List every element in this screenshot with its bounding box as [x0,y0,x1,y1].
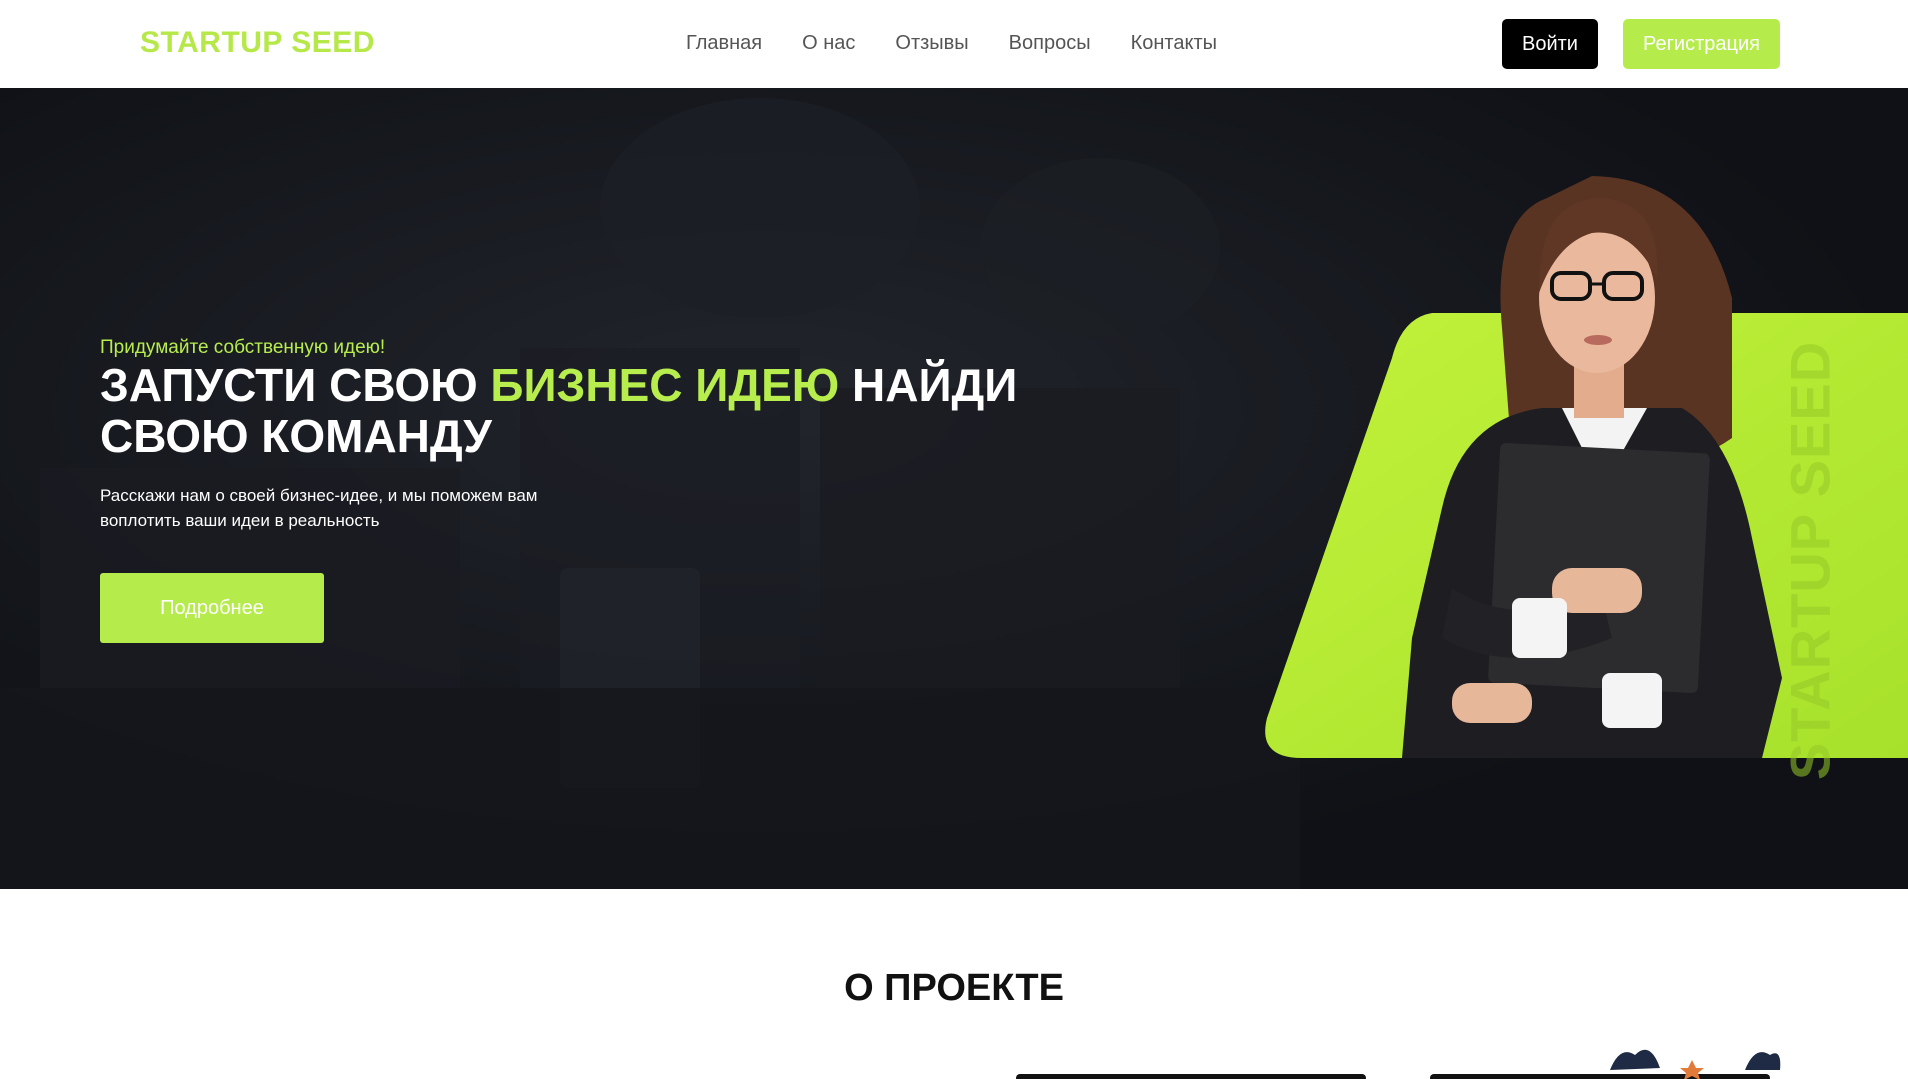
hero-section: Придумайте собственную идею! ЗАПУСТИ СВО… [0,88,1908,889]
about-illustration [1016,1049,1781,1079]
login-button[interactable]: Войти [1502,19,1598,69]
register-button[interactable]: Регистрация [1623,19,1780,69]
hero-title-part1: ЗАПУСТИ СВОЮ [100,359,491,411]
nav-link-about[interactable]: О нас [802,32,855,55]
main-nav: Главная О нас Отзывы Вопросы Контакты [686,32,1217,55]
hero-title: ЗАПУСТИ СВОЮ БИЗНЕС ИДЕЮ НАЙДИ СВОЮ КОМА… [100,360,1060,462]
more-button[interactable]: Подробнее [100,573,324,643]
nav-link-reviews[interactable]: Отзывы [895,32,968,55]
nav-link-home[interactable]: Главная [686,32,762,55]
side-brand-text: STARTUP SEED [1778,340,1842,781]
site-logo[interactable]: STARTUP SEED [140,26,375,60]
about-section-title: О ПРОЕКТЕ [844,967,1064,1009]
site-header: STARTUP SEED Главная О нас Отзывы Вопрос… [0,0,1908,88]
hero-title-accent: БИЗНЕС ИДЕЮ [490,359,840,411]
hero-tagline: Придумайте собственную идею! [100,337,386,358]
hero-description: Расскажи нам о своей бизнес-идее, и мы п… [100,486,538,530]
nav-link-faq[interactable]: Вопросы [1009,32,1091,55]
nav-link-contacts[interactable]: Контакты [1131,32,1217,55]
